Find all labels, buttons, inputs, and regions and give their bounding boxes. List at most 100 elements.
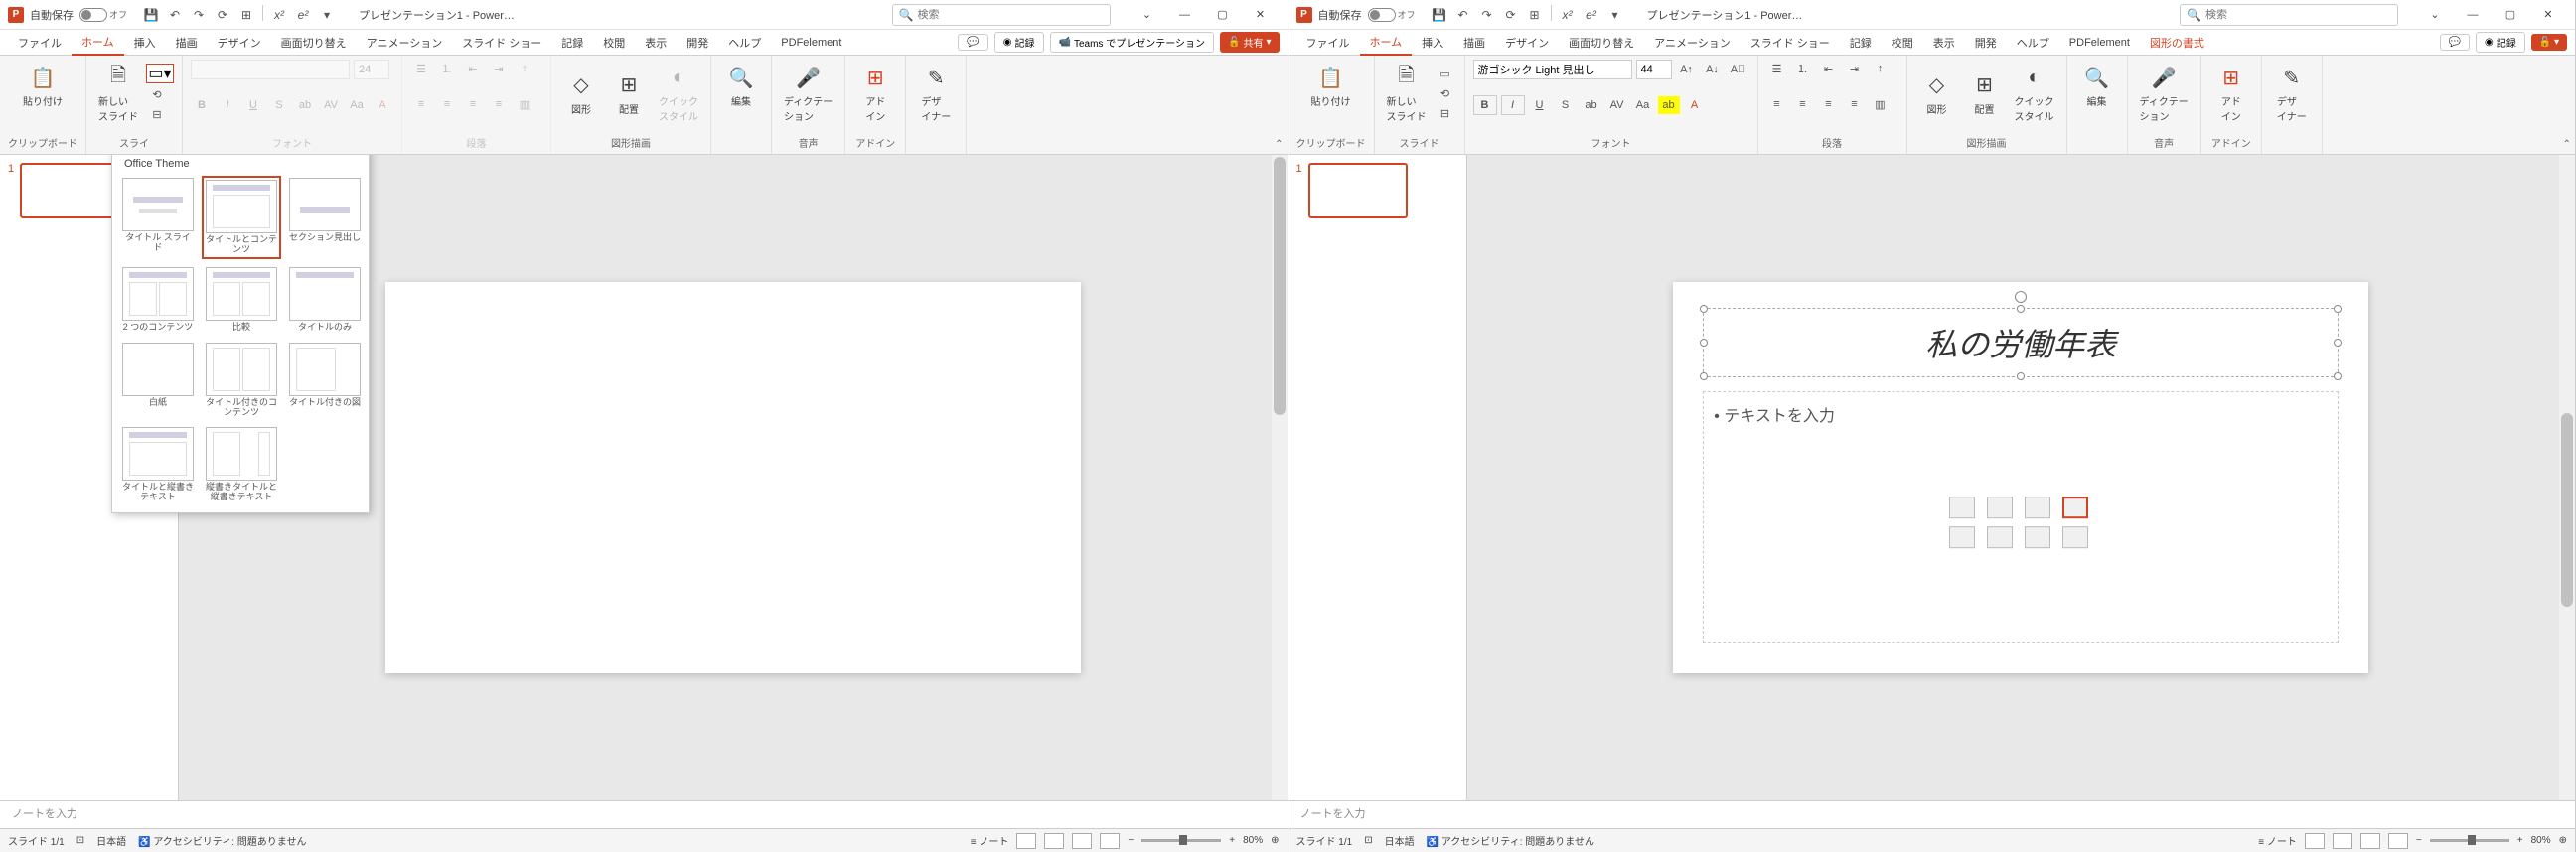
section-button-r[interactable]: ⊟ xyxy=(1435,104,1456,122)
clear-format-button[interactable]: A⃠ xyxy=(1728,61,1749,78)
reset-button[interactable]: ⟲ xyxy=(146,85,168,103)
linespace-button-r[interactable]: ↕ xyxy=(1870,60,1892,77)
redo-icon[interactable]: ↷ xyxy=(189,5,209,25)
zoom-out-icon[interactable]: − xyxy=(1128,835,1134,846)
indent-inc-button[interactable]: ⇥ xyxy=(488,60,510,77)
autosave-toggle-r[interactable] xyxy=(1368,8,1396,22)
slide-thumbnail-r[interactable] xyxy=(1308,163,1408,218)
columns-button[interactable]: ▥ xyxy=(514,95,535,113)
tab-insert[interactable]: 挿入 xyxy=(124,31,166,55)
selection-handle[interactable] xyxy=(1700,305,1708,313)
normal-view-icon[interactable] xyxy=(1016,833,1036,849)
bullets-button-r[interactable]: ☰ xyxy=(1766,60,1788,77)
tab-record[interactable]: 記録 xyxy=(551,31,593,55)
new-slide-button[interactable]: 🗎 新しい スライド xyxy=(94,60,142,127)
language-status[interactable]: 日本語 xyxy=(96,833,126,848)
selection-handle[interactable] xyxy=(1700,339,1708,347)
slide-thumbnail[interactable] xyxy=(20,163,119,218)
close-icon[interactable]: ✕ xyxy=(1242,3,1280,27)
quick-styles-button[interactable]: ◐クイック スタイル xyxy=(655,60,702,127)
align-right-button[interactable]: ≡ xyxy=(462,95,484,113)
reset-button-r[interactable]: ⟲ xyxy=(1435,84,1456,102)
font-name-combo[interactable] xyxy=(191,60,350,79)
dictate-button[interactable]: 🎤ディクテー ション xyxy=(780,60,836,127)
tab-home-r[interactable]: ホーム xyxy=(1360,30,1413,56)
ribbon-options-icon[interactable]: ⌄ xyxy=(1129,3,1166,27)
case-button-r[interactable]: Aa xyxy=(1632,96,1654,114)
tab-pdf[interactable]: PDFelement xyxy=(771,33,851,53)
language-status-r[interactable]: 日本語 xyxy=(1385,833,1415,848)
maximize-icon[interactable]: ▢ xyxy=(1204,3,1242,27)
reading-view-icon-r[interactable] xyxy=(2360,833,2380,849)
sorter-view-icon[interactable] xyxy=(1044,833,1064,849)
insert-smartart-icon[interactable] xyxy=(2025,497,2050,518)
selection-handle[interactable] xyxy=(2334,372,2342,380)
strike-button[interactable]: S xyxy=(268,96,290,114)
find-button[interactable]: 🔍編集 xyxy=(719,60,763,112)
qat-dropdown-icon-r[interactable]: ▾ xyxy=(1605,5,1625,25)
touch-icon[interactable]: ⊞ xyxy=(236,5,256,25)
highlight-button-r[interactable]: ab xyxy=(1658,96,1680,114)
font-color-button-r[interactable]: A xyxy=(1684,96,1706,114)
justify-button[interactable]: ≡ xyxy=(488,95,510,113)
zoom-slider[interactable] xyxy=(1141,839,1221,842)
rotate-handle[interactable] xyxy=(2015,291,2027,303)
selection-handle[interactable] xyxy=(2334,339,2342,347)
tab-transitions[interactable]: 画面切り替え xyxy=(271,31,357,55)
sorter-view-icon-r[interactable] xyxy=(2333,833,2352,849)
insert-3d-icon[interactable] xyxy=(2062,497,2088,518)
superscript-icon-r[interactable]: x² xyxy=(1558,5,1578,25)
tab-slideshow-r[interactable]: スライド ショー xyxy=(1741,31,1840,55)
slideshow-view-icon-r[interactable] xyxy=(2388,833,2408,849)
bold-button[interactable]: B xyxy=(191,96,213,114)
tab-developer-r[interactable]: 開発 xyxy=(1965,31,2007,55)
tab-view-r[interactable]: 表示 xyxy=(1923,31,1965,55)
paste-button[interactable]: 📋 貼り付け xyxy=(8,60,77,112)
indent-dec-button-r[interactable]: ⇤ xyxy=(1818,60,1840,77)
linespace-button[interactable]: ↕ xyxy=(514,60,535,77)
notes-pane[interactable]: ノートを入力 xyxy=(0,800,1288,828)
canvas-area-r[interactable]: 私の労働年表 • テキストを入力 xyxy=(1467,155,2576,800)
font-size-combo[interactable] xyxy=(354,60,389,79)
qat-dropdown-icon[interactable]: ▾ xyxy=(317,5,337,25)
save-icon-r[interactable]: 💾 xyxy=(1430,5,1449,25)
numbering-button[interactable]: ⒈ xyxy=(436,60,458,77)
bold-button-r[interactable]: B xyxy=(1473,95,1497,115)
addins-button[interactable]: ⊞アド イン xyxy=(853,60,897,127)
search-box[interactable]: 🔍 xyxy=(892,4,1111,26)
spacing-button[interactable]: AV xyxy=(320,96,342,114)
notes-toggle-r[interactable]: ≡ ノート xyxy=(2258,833,2297,848)
designer-button-r[interactable]: ✎デザ イナー xyxy=(2270,60,2314,127)
selection-handle[interactable] xyxy=(2334,305,2342,313)
align-right-button-r[interactable]: ≡ xyxy=(1818,95,1840,113)
arrange-button[interactable]: ⊞配置 xyxy=(607,68,651,120)
case-button[interactable]: Aa xyxy=(346,96,368,114)
selection-handle[interactable] xyxy=(1700,372,1708,380)
touch-icon-r[interactable]: ⊞ xyxy=(1525,5,1545,25)
tab-draw-r[interactable]: 描画 xyxy=(1453,31,1495,55)
columns-button-r[interactable]: ▥ xyxy=(1870,95,1892,113)
shapes-button[interactable]: ◇図形 xyxy=(559,68,603,120)
zoom-out-icon-r[interactable]: − xyxy=(2416,835,2422,846)
repeat-icon-r[interactable]: ⟳ xyxy=(1501,5,1521,25)
search-input-r[interactable] xyxy=(2205,9,2391,21)
search-box-r[interactable]: 🔍 xyxy=(2180,4,2398,26)
accessibility-status-r[interactable]: ♿ アクセシビリティ: 問題ありません xyxy=(1427,833,1594,848)
subscript-icon[interactable]: e² xyxy=(293,5,313,25)
undo-icon-r[interactable]: ↶ xyxy=(1453,5,1473,25)
shapes-button-r[interactable]: ◇図形 xyxy=(1915,68,1959,120)
ribbon-options-icon-r[interactable]: ⌄ xyxy=(2416,3,2454,27)
insert-online-pic-icon[interactable] xyxy=(1987,526,2013,548)
section-button[interactable]: ⊟ xyxy=(146,105,168,123)
layout-blank[interactable]: 白紙 xyxy=(120,341,196,420)
spellcheck-icon-r[interactable]: ⊡ xyxy=(1364,835,1372,846)
tab-slideshow[interactable]: スライド ショー xyxy=(452,31,551,55)
zoom-level-r[interactable]: 80% xyxy=(2531,835,2551,846)
paste-button-r[interactable]: 📋貼り付け xyxy=(1296,60,1366,112)
italic-button-r[interactable]: I xyxy=(1501,95,1525,115)
tab-view[interactable]: 表示 xyxy=(635,31,677,55)
tab-review-r[interactable]: 校閲 xyxy=(1882,31,1923,55)
find-button-r[interactable]: 🔍編集 xyxy=(2075,60,2119,112)
shadow-button-r[interactable]: ab xyxy=(1581,96,1602,114)
tab-insert-r[interactable]: 挿入 xyxy=(1412,31,1453,55)
